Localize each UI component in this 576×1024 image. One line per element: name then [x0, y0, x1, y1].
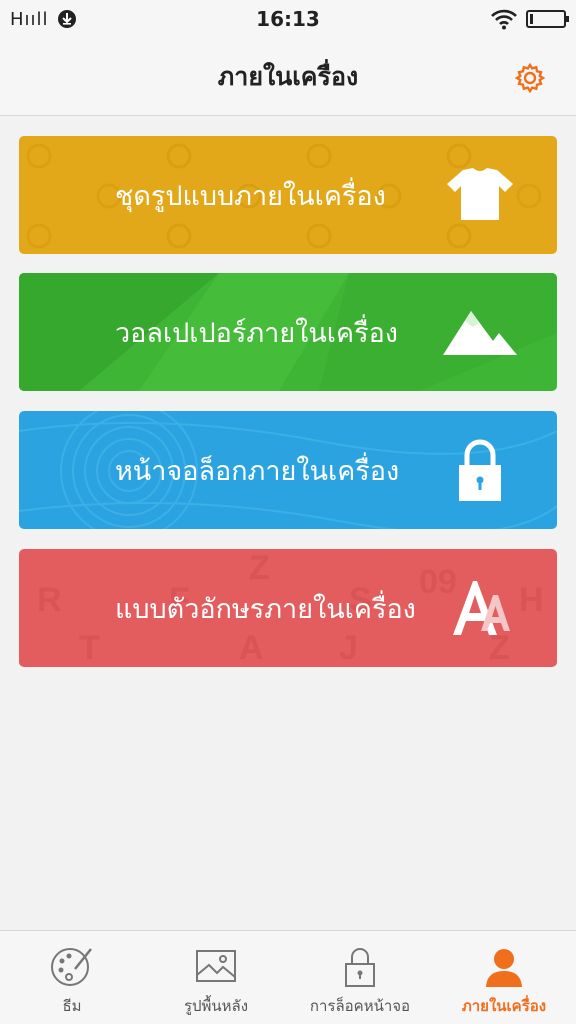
palette-icon	[51, 948, 92, 986]
page-title: ภายในเครื่อง	[217, 61, 359, 91]
local-lockscreens-card[interactable]: หน้าจอล็อกภายในเครื่อง	[19, 411, 557, 529]
tshirt-icon	[447, 168, 513, 220]
local-fonts-card[interactable]: RFZ S 09 H TAJ Z แบบตัวอักษรภายในเครื่อง	[19, 549, 557, 667]
lock-icon	[345, 948, 375, 987]
mountain-icon	[443, 311, 517, 355]
padlock-icon	[459, 439, 501, 501]
nav-item-wallpapers[interactable]: รูปพื้นหลัง	[144, 931, 288, 1024]
card-label: แบบตัวอักษรภายในเครื่อง	[115, 593, 416, 625]
svg-text:R: R	[37, 581, 62, 619]
nav-item-local[interactable]: ภายในเครื่อง	[432, 931, 576, 1024]
letter-a-icon	[453, 581, 510, 635]
gear-icon[interactable]	[514, 62, 546, 94]
local-wallpapers-card[interactable]: วอลเปเปอร์ภายในเครื่อง	[19, 273, 557, 391]
svg-text:H: H	[519, 581, 544, 619]
nav-label: ภายในเครื่อง	[461, 997, 547, 1015]
svg-text:T: T	[79, 629, 100, 667]
local-themes-card[interactable]: ชุดรูปแบบภายในเครื่อง	[19, 136, 557, 254]
card-label: ชุดรูปแบบภายในเครื่อง	[115, 180, 386, 212]
app-header: ภายในเครื่อง	[0, 38, 576, 116]
signal-indicator: Hııll	[10, 8, 49, 30]
nav-label: รูปพื้นหลัง	[183, 997, 249, 1015]
card-label: วอลเปเปอร์ภายในเครื่อง	[115, 317, 398, 349]
download-circle-icon	[57, 10, 76, 28]
wifi-icon	[491, 9, 517, 30]
card-label: หน้าจอล็อกภายในเครื่อง	[115, 455, 400, 487]
status-bar: Hııll 16:13	[0, 0, 576, 38]
nav-label: การล็อคหน้าจอ	[309, 997, 411, 1015]
person-icon	[486, 949, 522, 987]
nav-item-lockscreen[interactable]: การล็อคหน้าจอ	[288, 931, 432, 1024]
battery-icon	[526, 10, 569, 28]
nav-label: ธีม	[62, 997, 82, 1015]
bottom-navigation: ธีม รูปพื้นหลัง การล็อคหน้าจอ ภายในเครื่…	[0, 930, 576, 1024]
nav-item-themes[interactable]: ธีม	[0, 931, 144, 1024]
picture-icon	[196, 950, 236, 982]
